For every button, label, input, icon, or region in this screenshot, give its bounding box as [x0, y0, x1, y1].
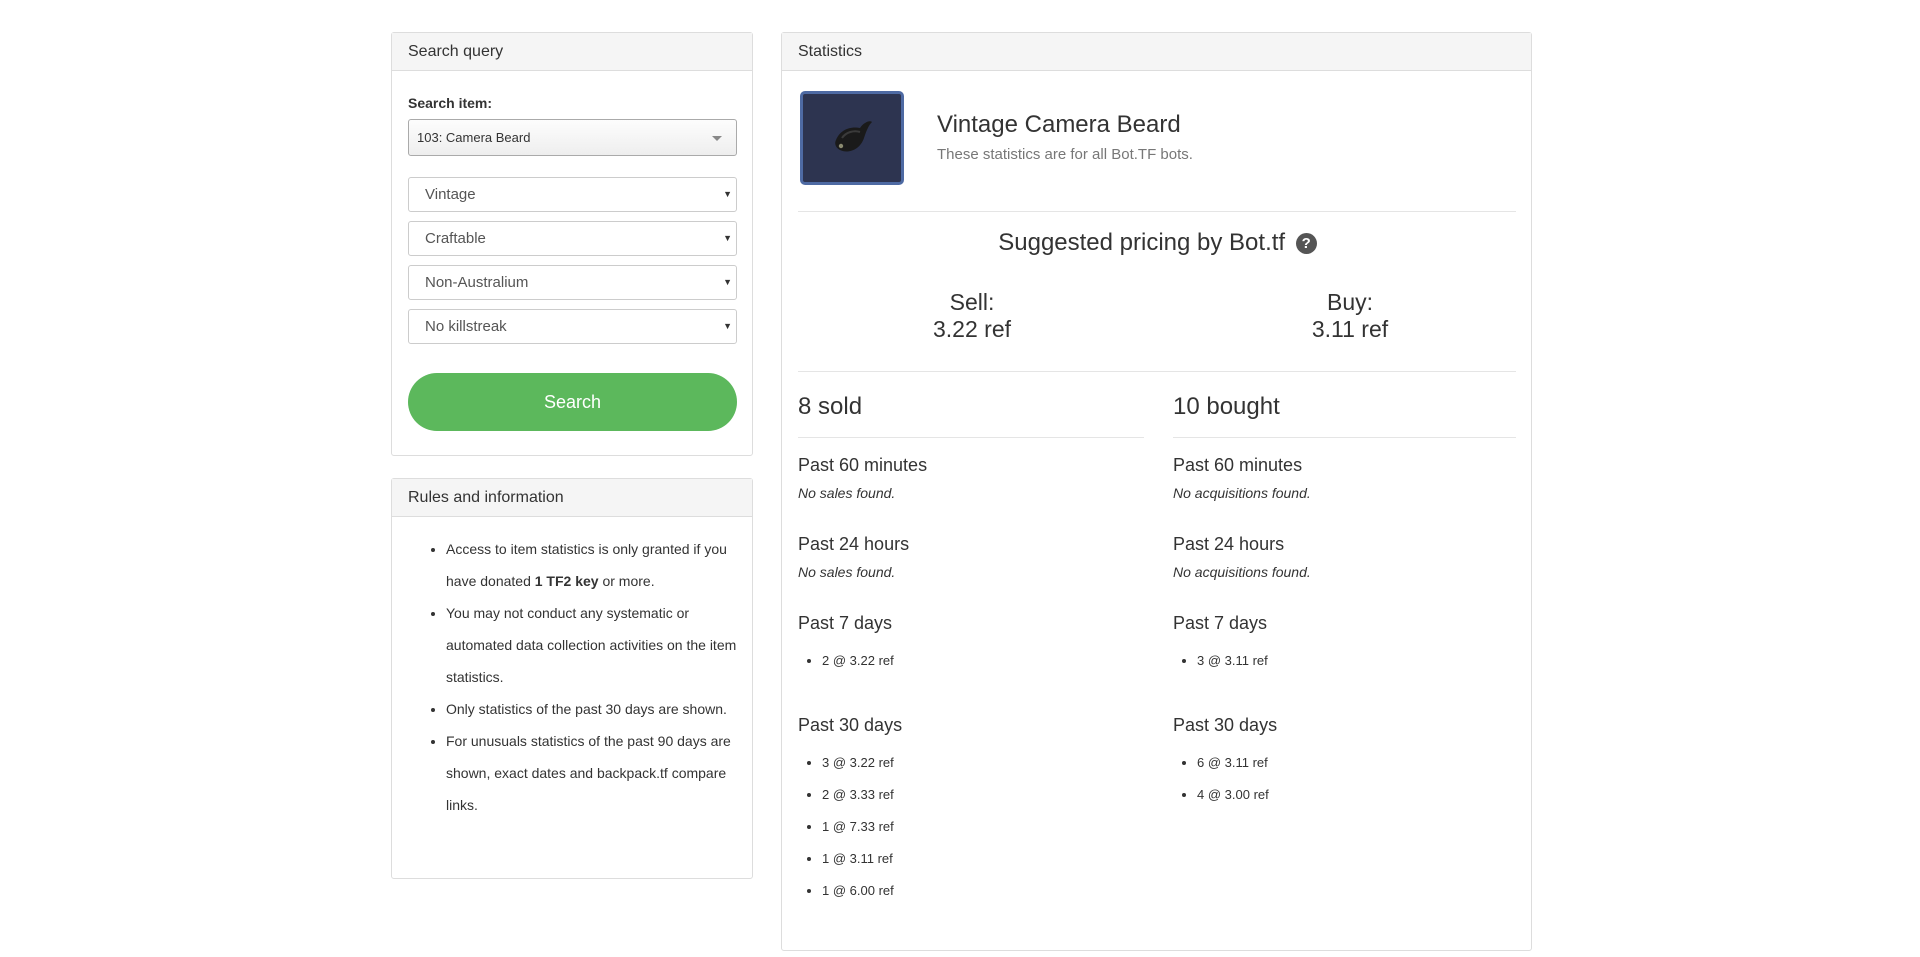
sell-label: Sell:	[949, 289, 995, 315]
item-select-value: 103: Camera Beard	[417, 130, 531, 145]
chevron-down-icon	[712, 136, 722, 141]
dropdown-arrow-icon: ▼	[723, 189, 732, 199]
dropdown-arrow-icon: ▼	[723, 321, 732, 331]
list-item: 3 @ 3.22 ref	[822, 747, 894, 779]
bought-past-24-heading: Past 24 hours	[1173, 534, 1285, 554]
craftable-select[interactable]: Craftable ▼	[408, 221, 737, 256]
killstreak-select-value: No killstreak	[425, 318, 507, 335]
divider	[798, 211, 1516, 212]
search-query-panel: Search query Search item: 103: Camera Be…	[391, 32, 753, 456]
divider	[798, 437, 1144, 438]
statistics-heading: Statistics	[782, 33, 1531, 71]
sell-price-block: Sell: 3.22 ref	[842, 289, 1102, 343]
australium-select[interactable]: Non-Australium ▼	[408, 265, 737, 300]
sold-past-7-heading: Past 7 days	[798, 613, 893, 633]
list-item: 4 @ 3.00 ref	[1197, 779, 1269, 811]
rule-item: You may not conduct any systematic or au…	[446, 597, 742, 693]
buy-label: Buy:	[1326, 289, 1374, 315]
bought-past-60-heading: Past 60 minutes	[1173, 455, 1303, 475]
killstreak-select[interactable]: No killstreak ▼	[408, 309, 737, 344]
bought-past-30-list: 6 @ 3.11 ref 4 @ 3.00 ref	[1157, 747, 1269, 811]
bought-past-24-note: No acquisitions found.	[1173, 564, 1311, 580]
bought-past-60-note: No acquisitions found.	[1173, 485, 1311, 501]
rule-key-requirement: 1 TF2 key	[534, 573, 599, 589]
item-image	[800, 91, 904, 185]
pricing-heading-text: Suggested pricing by Bot.tf	[998, 229, 1286, 256]
rules-heading: Rules and information	[392, 479, 752, 517]
buy-price: 3.11 ref	[1311, 316, 1389, 342]
australium-select-value: Non-Australium	[425, 274, 529, 291]
bought-past-30-heading: Past 30 days	[1173, 715, 1278, 735]
dropdown-arrow-icon: ▼	[723, 277, 732, 287]
sold-past-30-list: 3 @ 3.22 ref 2 @ 3.33 ref 1 @ 7.33 ref 1…	[782, 747, 894, 907]
rule-item: Access to item statistics is only grante…	[446, 533, 742, 597]
search-item-label: Search item:	[408, 95, 493, 111]
dropdown-arrow-icon: ▼	[723, 233, 732, 243]
bought-past-7-list: 3 @ 3.11 ref	[1157, 645, 1268, 677]
bought-count-heading: 10 bought	[1173, 393, 1280, 420]
pricing-heading: Suggested pricing by Bot.tf ?	[782, 229, 1533, 257]
sold-count-heading: 8 sold	[798, 393, 863, 420]
search-button[interactable]: Search	[408, 373, 737, 431]
sold-past-24-heading: Past 24 hours	[798, 534, 910, 554]
item-select[interactable]: 103: Camera Beard	[408, 119, 737, 156]
sold-past-60-heading: Past 60 minutes	[798, 455, 928, 475]
help-icon[interactable]: ?	[1295, 233, 1317, 254]
list-item: 3 @ 3.11 ref	[1197, 645, 1268, 677]
list-item: 2 @ 3.33 ref	[822, 779, 894, 811]
rules-list: Access to item statistics is only grante…	[406, 533, 742, 821]
sold-past-30-heading: Past 30 days	[798, 715, 903, 735]
divider	[1173, 437, 1516, 438]
craftable-select-value: Craftable	[425, 230, 486, 247]
bought-past-7-heading: Past 7 days	[1173, 613, 1268, 633]
divider	[798, 371, 1516, 372]
buy-price-block: Buy: 3.11 ref	[1220, 289, 1480, 343]
list-item: 1 @ 3.11 ref	[822, 843, 894, 875]
search-query-heading: Search query	[392, 33, 752, 71]
list-item: 6 @ 3.11 ref	[1197, 747, 1269, 779]
quality-select-value: Vintage	[425, 186, 476, 203]
item-subtitle: These statistics are for all Bot.TF bots…	[937, 146, 1193, 163]
list-item: 2 @ 3.22 ref	[822, 645, 894, 677]
rules-panel: Rules and information Access to item sta…	[391, 478, 753, 879]
list-item: 1 @ 6.00 ref	[822, 875, 894, 907]
quality-select[interactable]: Vintage ▼	[408, 177, 737, 212]
sold-past-24-note: No sales found.	[798, 564, 896, 580]
list-item: 1 @ 7.33 ref	[822, 811, 894, 843]
sold-past-60-note: No sales found.	[798, 485, 896, 501]
statistics-panel: Statistics Vintage Camera Beard These st…	[781, 32, 1532, 951]
sold-past-7-list: 2 @ 3.22 ref	[782, 645, 894, 677]
rule-item: For unusuals statistics of the past 90 d…	[446, 725, 742, 821]
item-title: Vintage Camera Beard	[937, 111, 1181, 138]
rule-item: Only statistics of the past 30 days are …	[446, 693, 742, 725]
sell-price: 3.22 ref	[933, 316, 1011, 342]
camera-beard-icon	[835, 121, 872, 152]
